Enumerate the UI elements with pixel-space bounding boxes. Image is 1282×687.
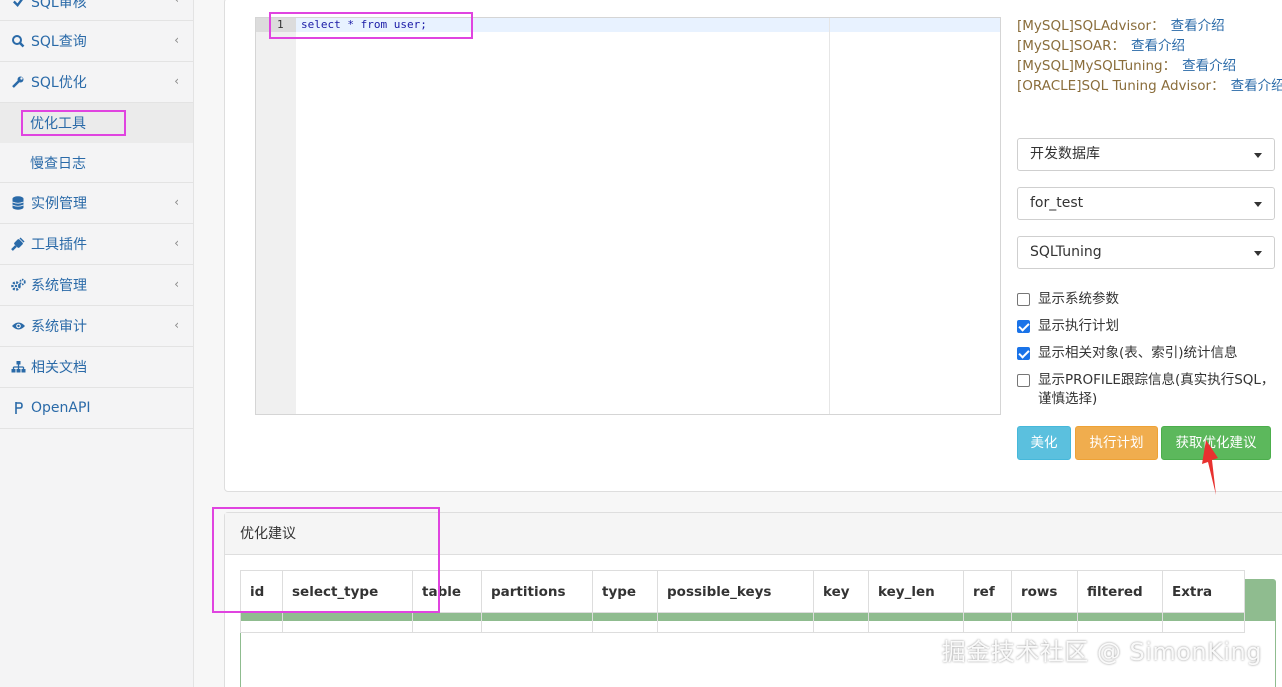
annotation-arrow-icon	[1202, 440, 1218, 495]
watermark: 掘金技术社区 @ SimonKing	[941, 638, 1262, 666]
